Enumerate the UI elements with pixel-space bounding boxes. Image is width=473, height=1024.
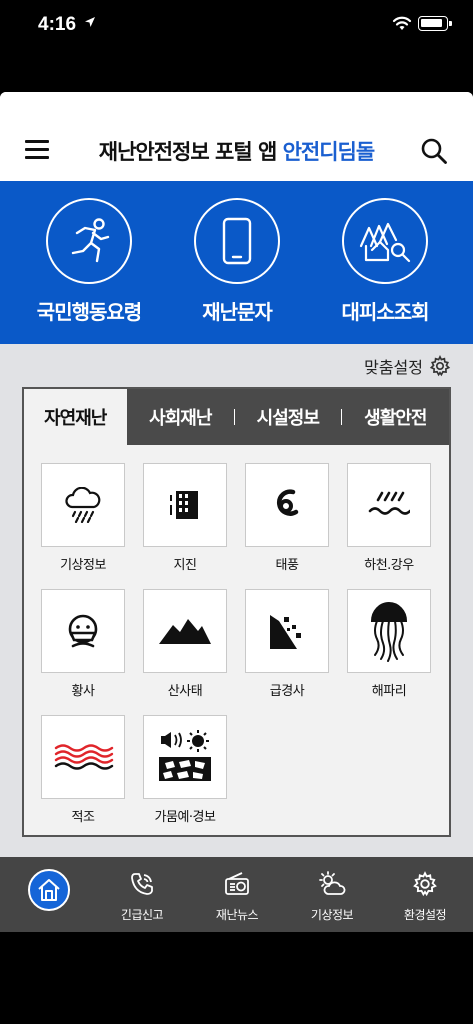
- main-content: 맞춤설정 자연재난 사회재난 시설정보 생활안전 기상정보 지진 태풍 하천.강…: [0, 344, 473, 857]
- grid-item-label: 지진: [173, 558, 197, 573]
- mountain-icon: [159, 619, 211, 644]
- app-window: 재난안전정보 포털 앱 안전디딤돌 국민행동요령 재난문자 대피소조회 맞춤설정…: [0, 92, 473, 932]
- grid-item-landslide[interactable]: 산사태: [143, 589, 227, 699]
- disaster-message-button[interactable]: 재난문자: [162, 198, 312, 325]
- radio-icon: [225, 872, 249, 895]
- grid-item-typhoon[interactable]: 태풍: [245, 463, 329, 573]
- gear-icon: [429, 355, 451, 377]
- page-title: 재난안전정보 포털 앱 안전디딤돌: [0, 136, 473, 166]
- nav-label: 환경설정: [403, 908, 447, 922]
- top-menu: 국민행동요령 재난문자 대피소조회: [0, 181, 473, 344]
- building-quake-icon: [170, 491, 198, 519]
- header: 재난안전정보 포털 앱 안전디딤돌: [0, 92, 473, 181]
- top-menu-label: 대피소조회: [341, 300, 430, 324]
- grid-item-steep-slope[interactable]: 급경사: [245, 589, 329, 699]
- grid-item-drought[interactable]: 가뭄예·경보: [143, 715, 227, 825]
- custom-settings-label: 맞춤설정: [364, 358, 423, 377]
- nav-label: 긴급신고: [120, 908, 164, 922]
- grid-item-label: 하천.강우: [364, 558, 414, 573]
- shelter-search-button[interactable]: 대피소조회: [310, 198, 460, 325]
- grid-item-label: 해파리: [371, 684, 407, 699]
- tab-social-disaster[interactable]: 사회재난: [127, 389, 235, 445]
- mask-face-icon: [68, 614, 98, 648]
- location-arrow-icon: [85, 17, 95, 27]
- shelter-search-icon: [359, 222, 411, 263]
- tab-natural-disaster[interactable]: 자연재난: [24, 389, 127, 445]
- category-panel: 자연재난 사회재난 시설정보 생활안전 기상정보 지진 태풍 하천.강우 황사 …: [22, 387, 451, 837]
- running-person-icon: [71, 218, 110, 263]
- grid-item-label: 산사태: [167, 684, 203, 699]
- custom-settings-button[interactable]: 맞춤설정: [364, 354, 451, 378]
- grid-item-label: 기상정보: [60, 558, 106, 573]
- grid-item-weather[interactable]: 기상정보: [41, 463, 125, 573]
- grid-item-label: 적조: [71, 810, 95, 825]
- grid-item-yellow-dust[interactable]: 황사: [41, 589, 125, 699]
- river-rain-icon: [368, 491, 410, 515]
- nav-disaster-news[interactable]: 재난뉴스: [197, 871, 277, 923]
- nav-label: 재난뉴스: [215, 908, 259, 922]
- battery-icon: [418, 16, 452, 31]
- settings-gear-icon: [413, 871, 437, 897]
- jellyfish-icon: [370, 602, 408, 662]
- bottom-nav: 긴급신고 재난뉴스 기상정보 환경설정: [0, 857, 473, 932]
- tab-life-safety[interactable]: 생활안전: [342, 389, 450, 445]
- home-button[interactable]: [28, 869, 70, 911]
- category-tabs: 자연재난 사회재난 시설정보 생활안전: [24, 389, 449, 445]
- tab-facility-info[interactable]: 시설정보: [235, 389, 341, 445]
- nav-label: 기상정보: [310, 908, 354, 922]
- action-guide-button[interactable]: 국민행동요령: [14, 198, 164, 325]
- status-time: 4:16: [38, 14, 77, 35]
- nav-emergency-report[interactable]: 긴급신고: [102, 871, 182, 923]
- weather-icon: [319, 871, 346, 895]
- smartphone-icon: [222, 217, 252, 265]
- status-bar: 4:16: [0, 0, 473, 92]
- grid-item-river-rain[interactable]: 하천.강우: [347, 463, 431, 573]
- nav-settings[interactable]: 환경설정: [385, 871, 465, 923]
- typhoon-icon: [277, 489, 299, 516]
- drought-alarm-icon: [159, 730, 211, 781]
- red-tide-icon: [54, 744, 114, 770]
- search-icon[interactable]: [420, 137, 448, 165]
- nav-weather-info[interactable]: 기상정보: [292, 871, 372, 923]
- steep-slope-icon: [270, 615, 301, 649]
- grid-item-label: 급경사: [269, 684, 305, 699]
- grid-item-label: 태풍: [275, 558, 299, 573]
- grid-item-red-tide[interactable]: 적조: [41, 715, 125, 825]
- wifi-icon: [392, 16, 412, 30]
- home-icon: [38, 879, 60, 901]
- grid-item-label: 가뭄예·경보: [154, 810, 216, 825]
- top-menu-label: 국민행동요령: [36, 300, 142, 324]
- grid-item-label: 황사: [71, 684, 95, 699]
- top-menu-label: 재난문자: [202, 300, 273, 324]
- phone-icon: [131, 873, 153, 895]
- title-main: 재난안전정보 포털 앱: [98, 140, 283, 164]
- grid-item-earthquake[interactable]: 지진: [143, 463, 227, 573]
- cloud-rain-icon: [65, 487, 101, 523]
- title-accent: 안전디딤돌: [282, 140, 376, 164]
- grid-item-jellyfish[interactable]: 해파리: [347, 589, 431, 699]
